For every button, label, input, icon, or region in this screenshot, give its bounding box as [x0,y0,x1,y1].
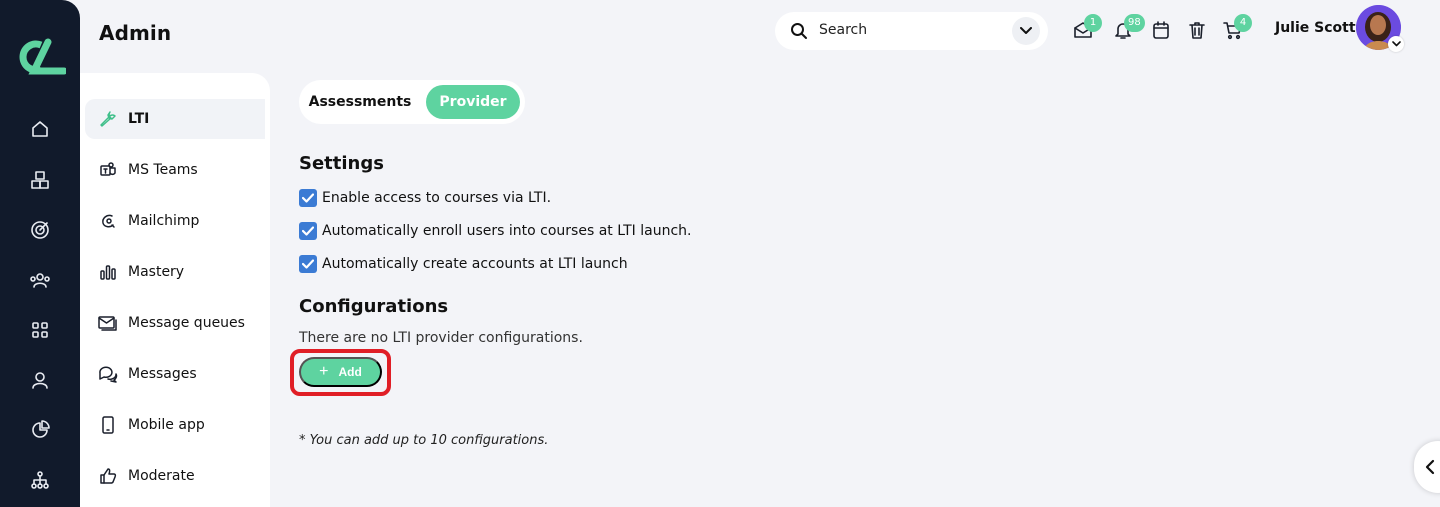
page-title: Admin [99,21,172,45]
mail-queue-icon [98,313,118,333]
users-icon[interactable] [28,268,52,292]
thumbs-up-icon [98,466,118,486]
apps-grid-icon[interactable] [28,318,52,342]
app-rail [0,0,80,507]
tab-provider[interactable]: Provider [426,85,520,119]
admin-subnav: LTI MS Teams Mailchimp Mastery Message q… [80,73,270,507]
setting-label: Enable access to courses via LTI. [322,190,552,206]
org-chart-icon[interactable] [28,468,52,492]
app-logo[interactable] [14,38,68,78]
chat-icon [98,364,118,384]
calendar-icon [1151,21,1171,44]
setting-enable-access[interactable]: Enable access to courses via LTI. [299,189,551,207]
cart-button[interactable]: 4 [1223,14,1252,42]
subnav-item-messages[interactable]: Messages [85,354,265,394]
subnav-item-mobile-app[interactable]: Mobile app [85,405,265,445]
configurations-heading: Configurations [299,296,449,317]
subnav-item-message-queues[interactable]: Message queues [85,303,265,343]
chevron-down-icon[interactable] [1388,36,1404,52]
target-icon[interactable] [28,218,52,242]
subnav-item-label: Mailchimp [128,213,200,229]
subnav-item-lti[interactable]: LTI [85,99,265,139]
wrench-icon [98,109,118,129]
add-configuration-button[interactable]: + Add [299,357,382,387]
subnav-item-label: Moderate [128,468,195,484]
search-input[interactable]: Search [819,22,867,38]
mailchimp-icon [98,211,118,231]
subnav-item-label: Mobile app [128,417,205,433]
subnav-item-mastery[interactable]: Mastery [85,252,265,292]
tab-assessments[interactable]: Assessments [305,85,415,119]
trash-button[interactable] [1187,20,1209,42]
configurations-limit-note: * You can add up to 10 configurations. [299,433,549,448]
teams-icon [98,160,118,180]
subnav-item-moderate[interactable]: Moderate [85,456,265,496]
settings-heading: Settings [299,153,384,174]
checkbox-checked[interactable] [299,255,317,273]
chevron-left-icon [1423,458,1439,476]
home-icon[interactable] [28,117,52,141]
bar-chart-icon [98,262,118,282]
user-icon[interactable] [28,368,52,392]
subnav-item-ms-teams[interactable]: MS Teams [85,150,265,190]
checkbox-checked[interactable] [299,189,317,207]
search-bar[interactable]: Search [775,12,1048,50]
cubes-icon[interactable] [28,168,52,192]
setting-auto-enroll[interactable]: Automatically enroll users into courses … [299,222,691,240]
setting-label: Automatically enroll users into courses … [322,223,692,239]
calendar-button[interactable] [1151,20,1173,42]
trash-icon [1187,22,1207,44]
messages-badge: 1 [1084,14,1102,32]
collapse-panel-button[interactable] [1414,441,1440,493]
chevron-down-icon[interactable] [1012,17,1040,45]
provider-tabs: Assessments Provider [299,80,525,124]
notifications-badge: 98 [1124,14,1145,32]
messages-button[interactable]: 1 [1073,14,1102,42]
setting-auto-create-accounts[interactable]: Automatically create accounts at LTI lau… [299,255,628,273]
subnav-item-label: LTI [128,111,150,127]
mobile-icon [98,415,118,435]
notifications-button[interactable]: 98 [1113,14,1145,42]
subnav-item-label: Messages [128,366,197,382]
subnav-item-label: MS Teams [128,162,198,178]
cart-badge: 4 [1234,14,1252,32]
user-name[interactable]: Julie Scott [1275,20,1356,36]
plus-icon: + [319,363,329,380]
empty-configurations-message: There are no LTI provider configurations… [299,330,583,346]
subnav-item-label: Message queues [128,315,245,331]
subnav-item-mailchimp[interactable]: Mailchimp [85,201,265,241]
setting-label: Automatically create accounts at LTI lau… [322,256,628,272]
search-icon [790,22,808,40]
subnav-item-label: Mastery [128,264,185,280]
pie-chart-icon[interactable] [28,418,52,442]
add-button-label: Add [338,365,362,379]
checkbox-checked[interactable] [299,222,317,240]
